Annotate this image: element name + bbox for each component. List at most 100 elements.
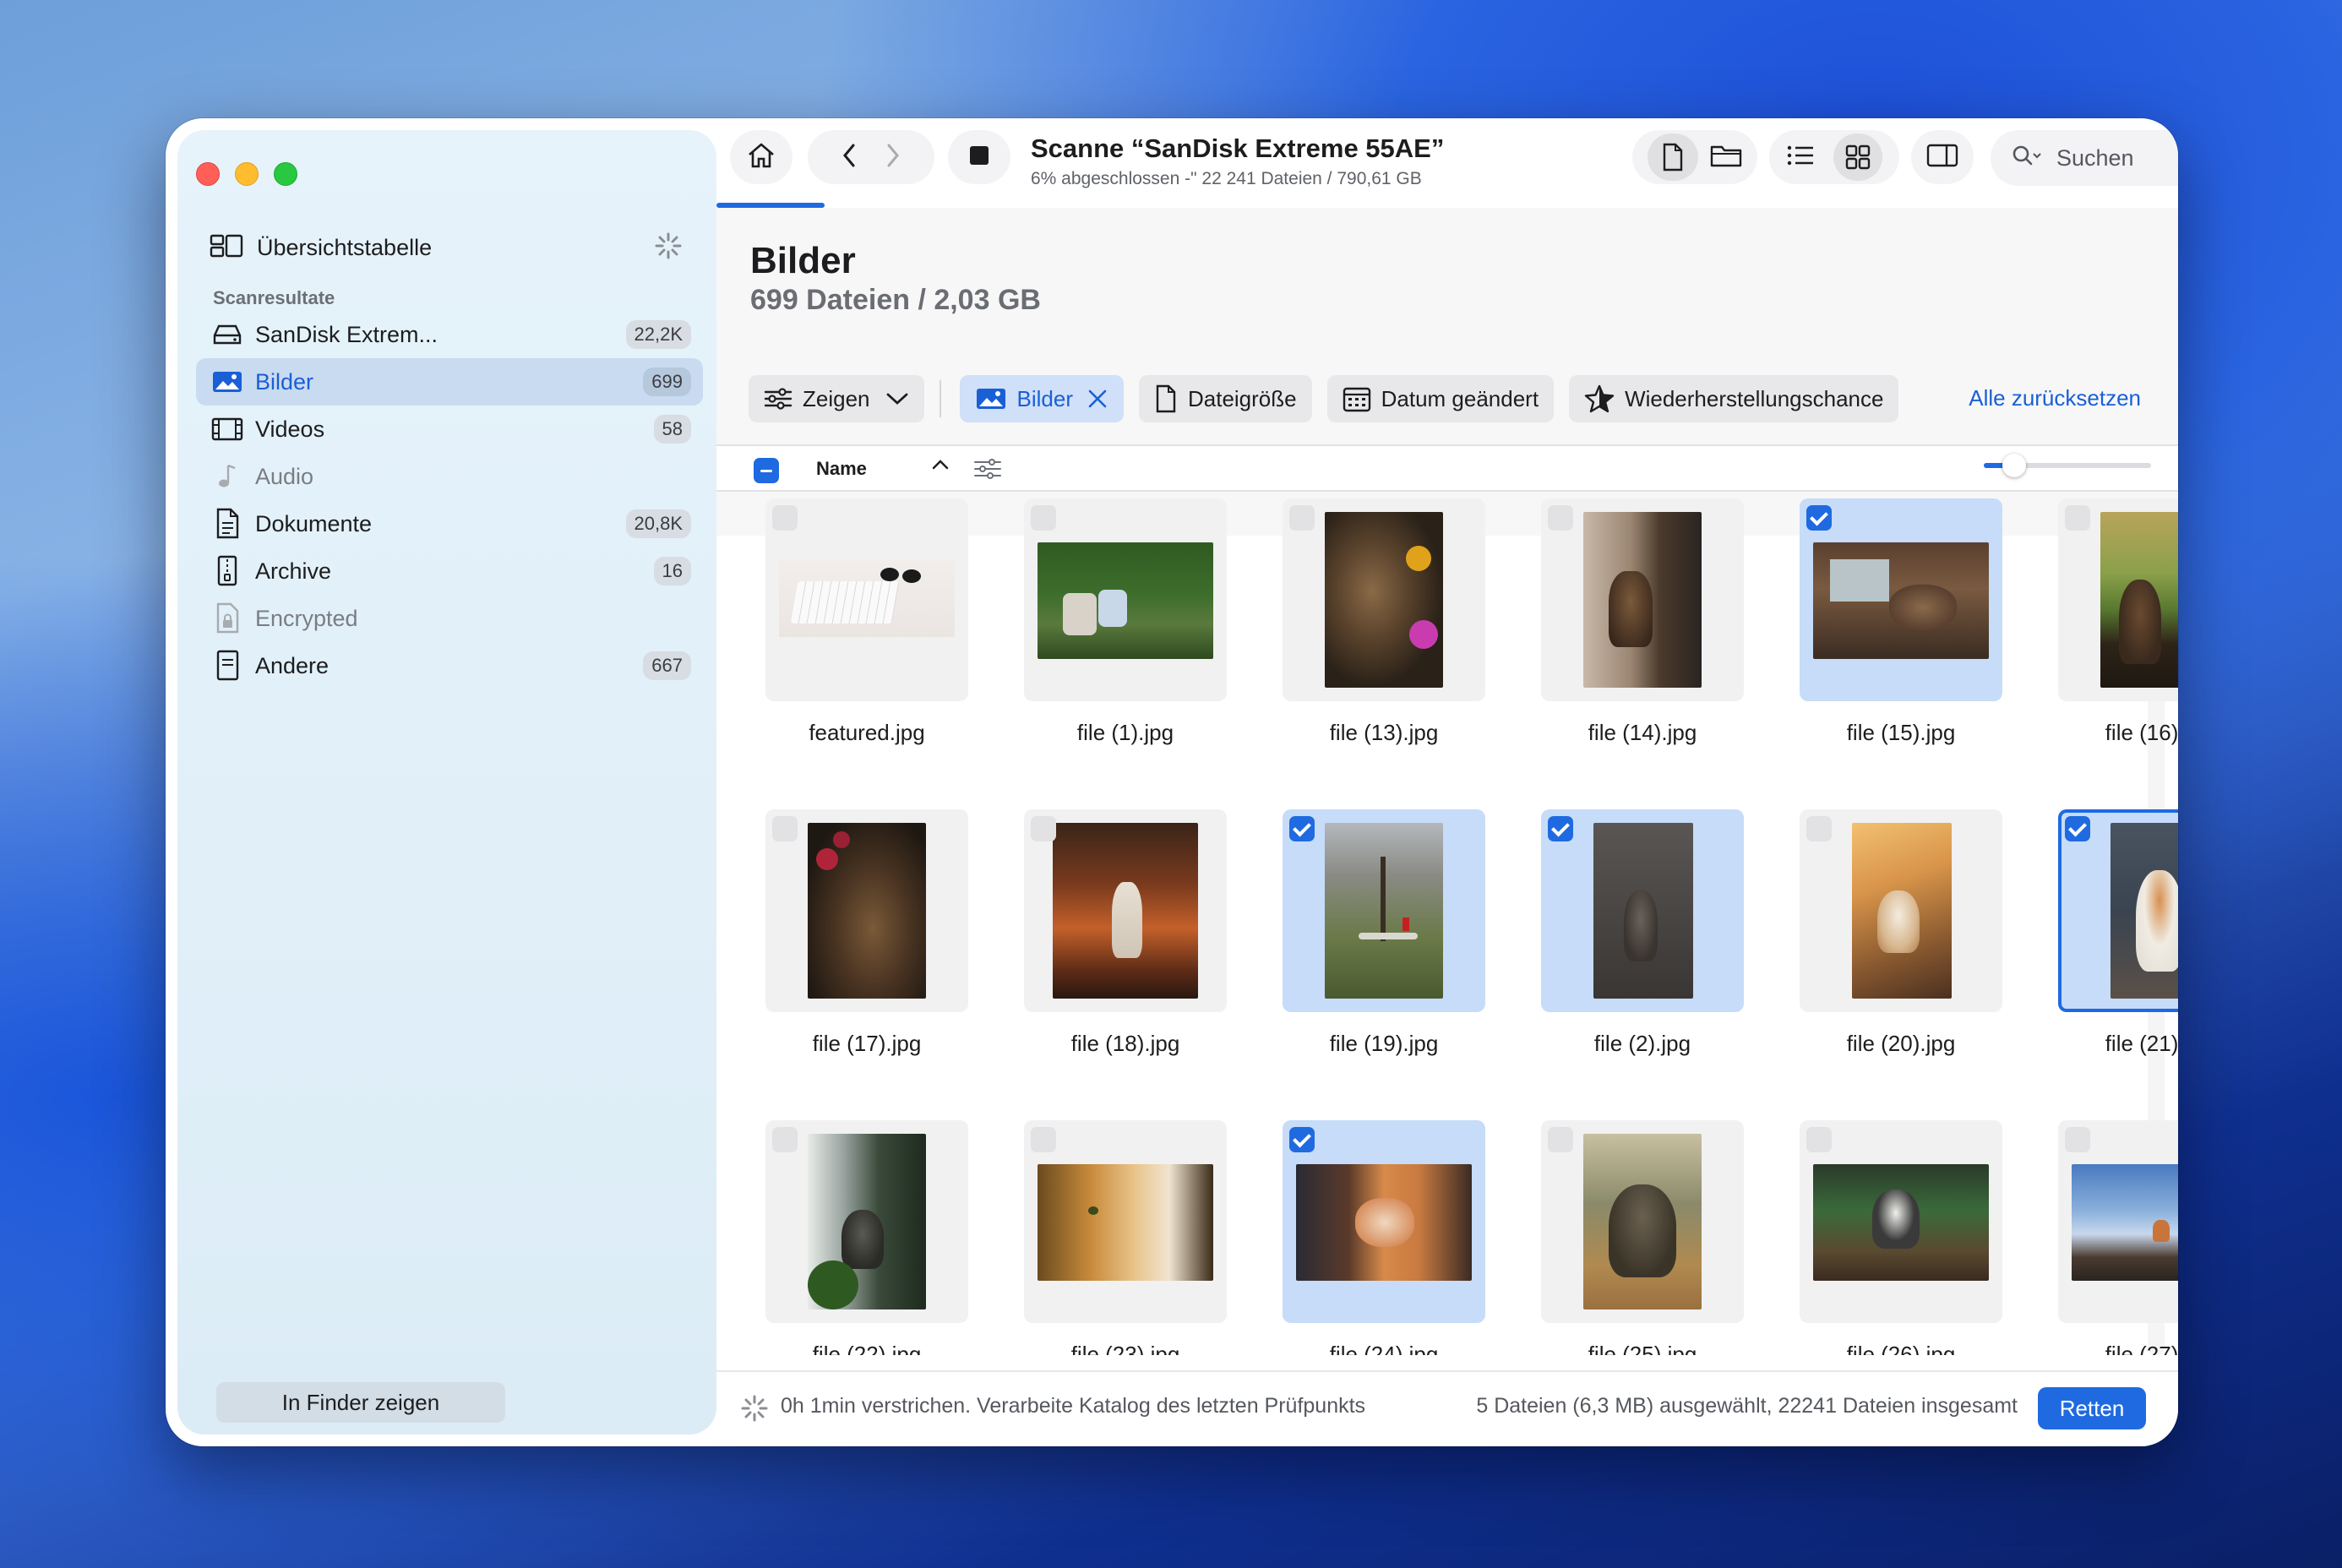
layout-toggle-group (1769, 130, 1899, 184)
zoom-window-button[interactable] (274, 162, 297, 186)
show-in-finder-button[interactable]: In Finder zeigen (216, 1382, 505, 1423)
app-window: Übersichtstabelle Scanresultate SanDisk … (166, 118, 2178, 1446)
thumbnail (1541, 809, 1744, 1012)
scan-results-heading: Scanresultate (213, 287, 335, 308)
forward-button[interactable] (885, 142, 901, 173)
count-badge: 58 (653, 415, 691, 444)
main-panel: Scanne “SanDisk Extreme 55AE” 6% abgesch… (716, 118, 2178, 1446)
file-checkbox[interactable] (1806, 505, 1832, 531)
sidebar-item-label: Bilder (255, 368, 314, 395)
file-tile[interactable]: file (15).jpg (1800, 498, 2002, 786)
photo-cat-aquarium (1813, 1164, 1989, 1281)
file-checkbox[interactable] (1031, 505, 1056, 531)
filter-chip-images[interactable]: Bilder (959, 375, 1124, 422)
close-window-button[interactable] (196, 162, 220, 186)
file-tile[interactable]: file (19).jpg (1283, 809, 1485, 1097)
file-tile[interactable]: file (20).jpg (1800, 809, 2002, 1097)
file-checkbox[interactable] (1289, 816, 1315, 841)
chevron-up-icon[interactable] (931, 458, 950, 476)
window-controls (196, 162, 297, 186)
file-checkbox[interactable] (1806, 1127, 1832, 1152)
filter-file-size[interactable]: Dateigröße (1138, 375, 1312, 422)
file-tile[interactable]: file (1).jpg (1024, 498, 1227, 786)
sidebar-item-andere[interactable]: Andere 667 (196, 642, 703, 689)
file-tile[interactable]: file (22).jpg (765, 1120, 968, 1355)
grid-view-button[interactable] (1833, 133, 1882, 181)
stop-icon (968, 144, 990, 171)
sidebar-item-bilder[interactable]: Bilder 699 (196, 358, 703, 406)
sidebar-item-audio[interactable]: Audio (196, 453, 703, 500)
name-column-header[interactable]: Name (816, 458, 867, 480)
sidebar-item-encrypted[interactable]: Encrypted (196, 595, 703, 642)
file-tile[interactable]: file (18).jpg (1024, 809, 1227, 1097)
file-tile[interactable]: file (24).jpg (1283, 1120, 1485, 1355)
photo-cat-autumn (1053, 823, 1198, 999)
file-checkbox[interactable] (2065, 505, 2090, 531)
home-button[interactable] (730, 130, 792, 184)
file-checkbox[interactable] (772, 1127, 798, 1152)
file-tile[interactable]: file (25).jpg (1541, 1120, 1744, 1355)
file-checkbox[interactable] (1289, 505, 1315, 531)
recover-button[interactable]: Retten (2038, 1387, 2146, 1429)
filter-recovery-chance[interactable]: Wiederherstellungschance (1569, 375, 1899, 422)
slider-knob[interactable] (2002, 454, 2026, 477)
image-icon (975, 386, 1007, 411)
thumbnail (765, 1120, 968, 1323)
filter-date-modified[interactable]: Datum geändert (1326, 375, 1555, 422)
sidebar-item-videos[interactable]: Videos 58 (196, 406, 703, 453)
file-checkbox[interactable] (1031, 1127, 1056, 1152)
file-checkbox[interactable] (772, 816, 798, 841)
scan-title: Scanne “SanDisk Extreme 55AE” (1031, 133, 1445, 163)
show-filter-button[interactable]: Zeigen (749, 375, 924, 422)
file-checkbox[interactable] (2065, 816, 2090, 841)
file-tile[interactable]: file (21).jpg (2058, 809, 2178, 1097)
file-checkbox[interactable] (1031, 816, 1056, 841)
overview-table-item[interactable]: Übersichtstabelle (210, 226, 683, 269)
photo-tree-hydrant (1325, 823, 1443, 999)
file-checkbox[interactable] (2065, 1127, 2090, 1152)
folder-view-button[interactable] (1710, 143, 1742, 172)
file-checkbox[interactable] (1806, 816, 1832, 841)
list-view-button[interactable] (1786, 144, 1815, 172)
file-tile[interactable]: file (14).jpg (1541, 498, 1744, 786)
search-field[interactable]: Suchen (1991, 130, 2178, 186)
overview-table-icon (210, 233, 243, 263)
file-name: file (19).jpg (1329, 1031, 1439, 1056)
file-name: file (14).jpg (1588, 720, 1697, 745)
file-tile[interactable]: file (2).jpg (1541, 809, 1744, 1097)
sidebar-item-label: Videos (255, 416, 325, 442)
file-name: file (23).jpg (1070, 1342, 1180, 1355)
search-placeholder: Suchen (2056, 144, 2134, 171)
file-checkbox[interactable] (1548, 505, 1573, 531)
file-tile[interactable]: file (13).jpg (1283, 498, 1485, 786)
file-tile[interactable]: file (23).jpg (1024, 1120, 1227, 1355)
sidebar-item-sandisk[interactable]: SanDisk Extrem... 22,2K (196, 311, 703, 358)
toggle-preview-panel-button[interactable] (1911, 130, 1974, 184)
back-button[interactable] (841, 142, 858, 173)
sidebar-right-icon (1926, 143, 1958, 172)
stop-scan-button[interactable] (948, 130, 1010, 184)
file-tile[interactable]: featured.jpg (765, 498, 968, 786)
column-settings-icon[interactable] (973, 456, 1002, 486)
file-tile[interactable]: file (27).jpg (2058, 1120, 2178, 1355)
file-checkbox[interactable] (772, 505, 798, 531)
sidebar-item-label: SanDisk Extrem... (255, 321, 438, 347)
photo-ginger-cat-closeup (1038, 1164, 1213, 1281)
file-checkbox[interactable] (1289, 1127, 1315, 1152)
thumbnail-size-slider[interactable] (1984, 454, 2151, 477)
minimize-window-button[interactable] (235, 162, 259, 186)
file-checkbox[interactable] (1548, 1127, 1573, 1152)
sidebar-item-archive[interactable]: Archive 16 (196, 547, 703, 595)
filter-chance-label: Wiederherstellungschance (1625, 385, 1884, 411)
thumbnail (1541, 498, 1744, 701)
file-tile[interactable]: file (17).jpg (765, 809, 968, 1097)
thumbnail (1024, 1120, 1227, 1323)
reset-all-link[interactable]: Alle zurücksetzen (1969, 385, 2141, 411)
sidebar-item-dokumente[interactable]: Dokumente 20,8K (196, 500, 703, 547)
file-tile[interactable]: file (26).jpg (1800, 1120, 2002, 1355)
select-all-checkbox[interactable] (754, 458, 779, 483)
file-tile[interactable]: file (16).jpg (2058, 498, 2178, 786)
file-view-button[interactable] (1648, 133, 1698, 181)
file-checkbox[interactable] (1548, 816, 1573, 841)
close-icon[interactable] (1087, 388, 1108, 410)
